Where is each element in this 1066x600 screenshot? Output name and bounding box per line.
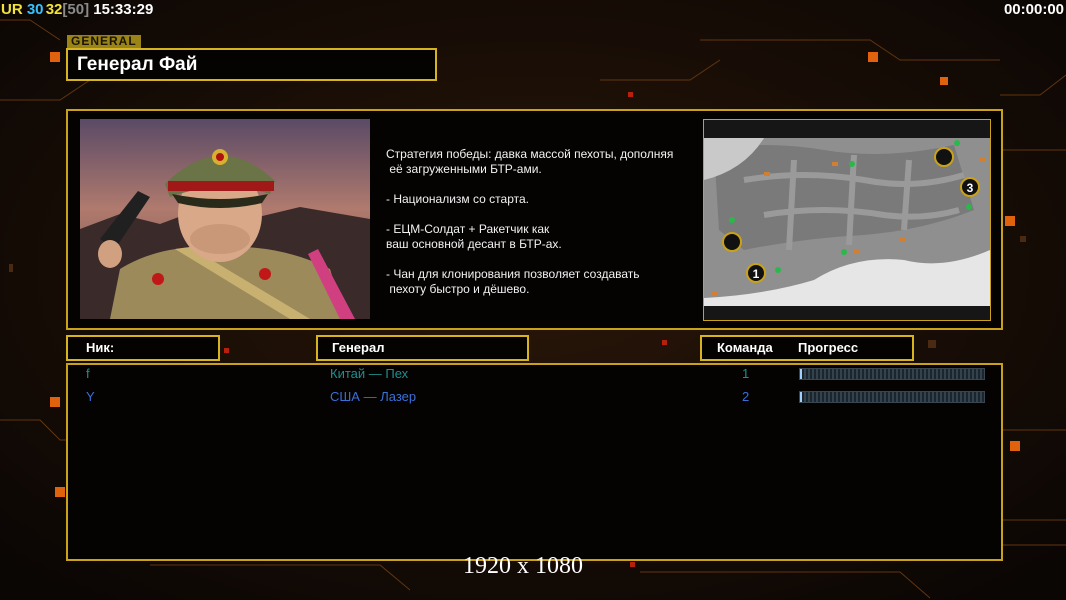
- description-line: её загруженными БТР-ами.: [386, 162, 542, 176]
- column-general-label: Генерал: [332, 340, 385, 355]
- hud-stats: UR 30 32[50] 15:33:29: [1, 1, 153, 18]
- player-progress-fill: [800, 369, 802, 379]
- player-row[interactable]: Y США — Лазер 2: [68, 389, 998, 409]
- start-position: [722, 232, 742, 252]
- title-box: Генерал Фай: [66, 48, 437, 81]
- map-image: 1 3: [704, 120, 990, 320]
- general-name: Генерал Фай: [77, 54, 198, 75]
- general-portrait: [80, 119, 370, 319]
- general-tag: GENERAL: [67, 35, 141, 48]
- player-nick: f: [86, 366, 90, 381]
- description-line: Стратегия победы: давка массой пехоты, д…: [386, 147, 674, 161]
- spawn-label-1: 1: [753, 267, 760, 281]
- hud-value-a: 30: [26, 1, 44, 18]
- player-progress-bar: [799, 368, 985, 380]
- player-progress-bar: [799, 391, 985, 403]
- map-preview[interactable]: 1 3: [703, 119, 991, 321]
- column-nick[interactable]: Ник:: [66, 335, 220, 361]
- description-line: [386, 252, 696, 267]
- player-general: Китай — Пех: [330, 366, 409, 381]
- column-general[interactable]: Генерал: [316, 335, 529, 361]
- column-team-progress[interactable]: Команда Прогресс: [700, 335, 914, 361]
- column-nick-label: Ник:: [86, 340, 115, 355]
- hud-ur-label: UR: [1, 1, 23, 18]
- hud-clock: 15:33:29: [93, 1, 154, 18]
- portrait-image: [80, 119, 370, 319]
- description-line: [386, 177, 696, 192]
- hud-value-c: [50]: [62, 1, 90, 18]
- resolution-label: 1920 x 1080: [463, 553, 583, 579]
- spawn-label-3: 3: [967, 181, 974, 195]
- start-position: [934, 147, 954, 167]
- column-progress-label: Прогресс: [798, 340, 859, 355]
- general-description: Стратегия победы: давка массой пехоты, д…: [386, 147, 696, 297]
- player-team: 2: [742, 389, 750, 404]
- column-team-label: Команда: [717, 340, 773, 355]
- hud-value-b: 32: [45, 1, 63, 18]
- hud-timer: 00:00:00: [1003, 1, 1064, 18]
- description-line: - ЕЦМ-Солдат + Ракетчик как: [386, 222, 550, 236]
- player-row[interactable]: f Китай — Пех 1: [68, 366, 998, 386]
- player-progress-fill: [800, 392, 802, 402]
- player-team: 1: [742, 366, 750, 381]
- description-line: - Национализм со старта.: [386, 192, 529, 206]
- player-nick: Y: [86, 389, 95, 404]
- description-line: пехоту быстро и дёшево.: [386, 282, 530, 296]
- description-line: ваш основной десант в БТР-ах.: [386, 237, 562, 251]
- description-line: [386, 207, 696, 222]
- player-general: США — Лазер: [330, 389, 417, 404]
- description-line: - Чан для клонирования позволяет создава…: [386, 267, 640, 281]
